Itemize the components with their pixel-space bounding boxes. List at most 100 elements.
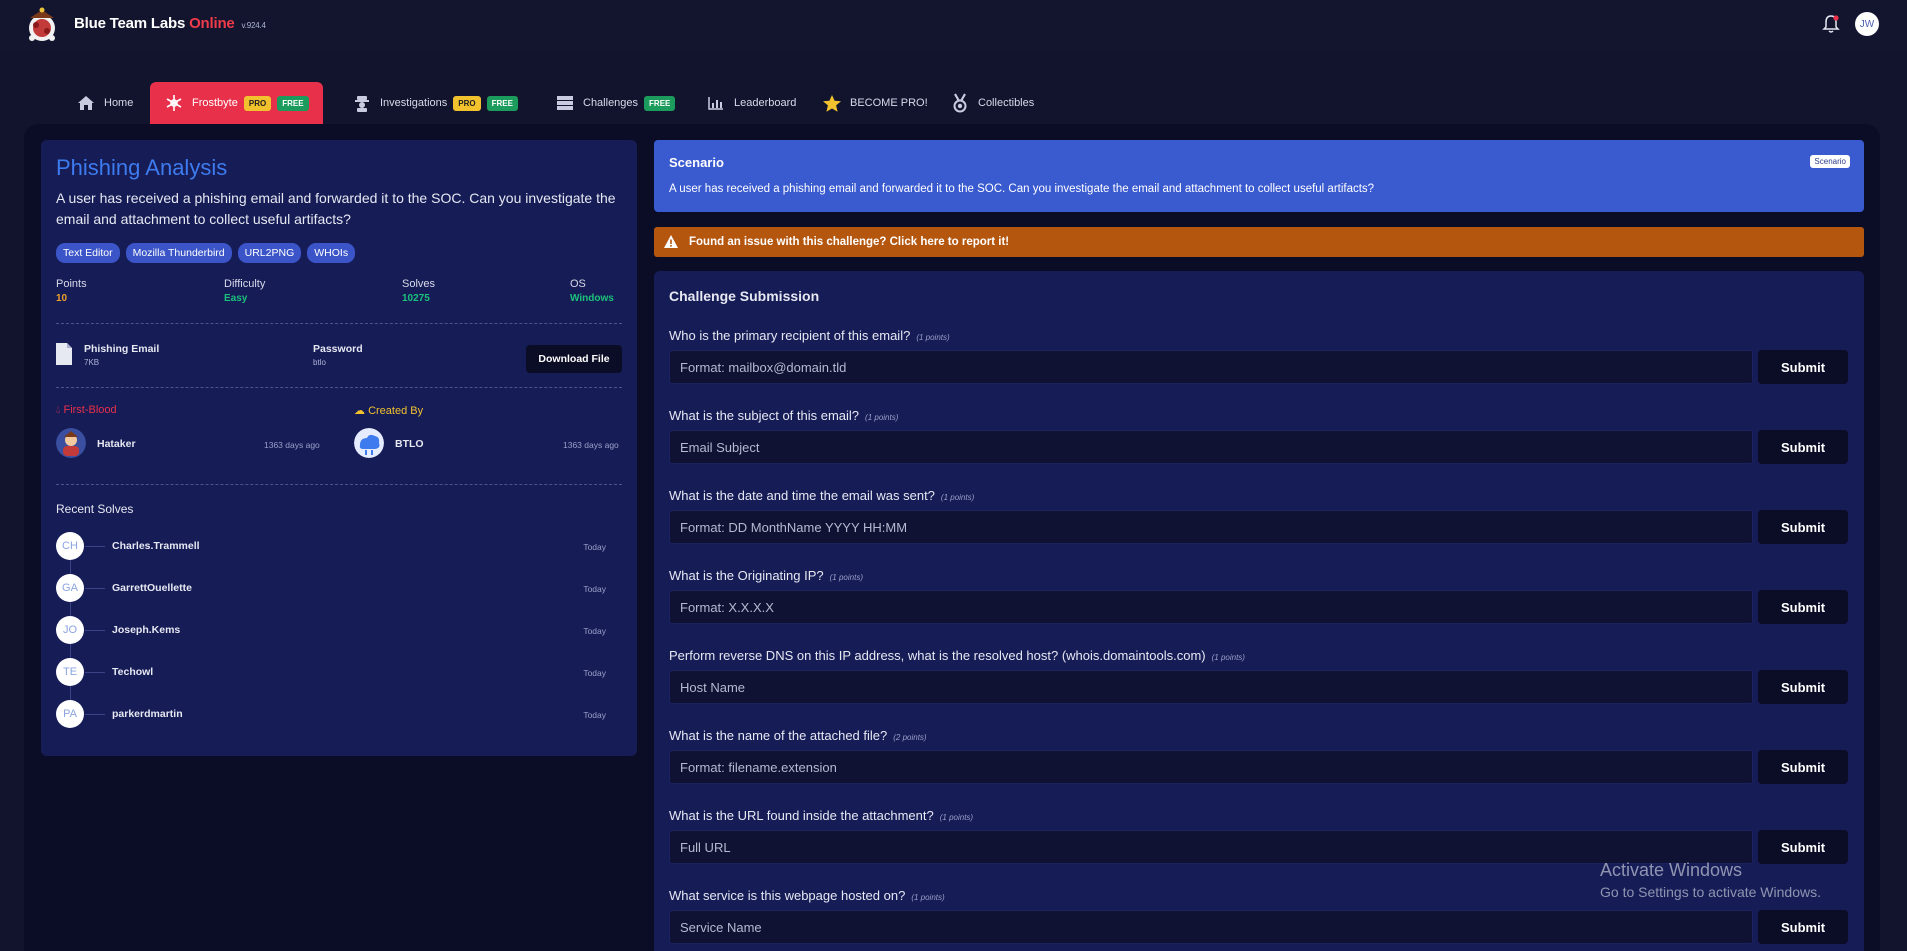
- question-text: Perform reverse DNS on this IP address, …: [669, 648, 1245, 663]
- pro-tag: PRO: [243, 95, 272, 111]
- question-text: What is the subject of this email? (1 poi…: [669, 408, 899, 423]
- notification-bell-icon[interactable]: [1822, 14, 1840, 34]
- tool-tag: WHOIs: [307, 243, 356, 263]
- report-issue-bar[interactable]: Found an issue with this challenge? Clic…: [654, 227, 1864, 257]
- file-icon: [56, 343, 72, 365]
- submit-button[interactable]: Submit: [1758, 350, 1848, 384]
- brand-title[interactable]: Blue Team Labs Online v.924.4: [74, 15, 266, 32]
- solve-time: Today: [583, 710, 606, 720]
- brand-version: v.924.4: [241, 21, 266, 30]
- question-points: (1 points): [1211, 653, 1245, 662]
- submit-button[interactable]: Submit: [1758, 670, 1848, 704]
- created-by-label: ☁︎ Created By: [354, 405, 424, 417]
- question-points: (1 points): [865, 413, 899, 422]
- solver-avatar[interactable]: TE: [56, 658, 84, 686]
- watermark-line1: Activate Windows: [1600, 860, 1743, 880]
- pro-tag: PRO: [453, 95, 481, 111]
- logo-icon[interactable]: [22, 6, 62, 44]
- question-points: (1 points): [916, 333, 950, 342]
- first-blood-label: 💧︎ First-Blood: [56, 404, 117, 416]
- nav-investigations-label: Investigations: [380, 97, 448, 109]
- submit-button[interactable]: Submit: [1758, 590, 1848, 624]
- tool-tag: Mozilla Thunderbird: [125, 243, 232, 263]
- question-text: Who is the primary recipient of this ema…: [669, 328, 950, 343]
- solver-name[interactable]: GarrettOuellette: [112, 582, 192, 594]
- submit-button[interactable]: Submit: [1758, 430, 1848, 464]
- submit-button[interactable]: Submit: [1758, 750, 1848, 784]
- stat-points: Points 10: [56, 278, 87, 304]
- cloud-icon: ☁︎: [354, 405, 365, 417]
- stat-os-value: Windows: [570, 293, 614, 304]
- medal-icon: [950, 93, 970, 113]
- stat-difficulty: Difficulty Easy: [224, 278, 265, 304]
- answer-input[interactable]: [669, 430, 1753, 464]
- submit-button[interactable]: Submit: [1758, 510, 1848, 544]
- nav-leaderboard[interactable]: Leaderboard: [706, 82, 796, 124]
- creator-ago: 1363 days ago: [563, 440, 619, 450]
- free-tag: FREE: [644, 95, 676, 111]
- blood-drop-icon: 💧︎: [56, 404, 61, 416]
- recent-solve-row: CH Charles.Trammell Today: [56, 532, 606, 562]
- recent-solve-row: JO Joseph.Kems Today: [56, 616, 606, 646]
- answer-input[interactable]: [669, 350, 1753, 384]
- scenario-text: A user has received a phishing email and…: [669, 183, 1375, 195]
- answer-input[interactable]: [669, 910, 1753, 944]
- solver-avatar[interactable]: PA: [56, 700, 84, 728]
- free-tag: FREE: [277, 95, 309, 111]
- answer-input[interactable]: [669, 590, 1753, 624]
- submit-button[interactable]: Submit: [1758, 830, 1848, 864]
- submit-button[interactable]: Submit: [1758, 910, 1848, 944]
- nav-investigations[interactable]: Investigations PRO FREE: [352, 82, 518, 124]
- nav-become-pro[interactable]: BECOME PRO!: [822, 82, 928, 124]
- download-file-button[interactable]: Download File: [526, 345, 622, 373]
- solver-name[interactable]: parkerdmartin: [112, 708, 183, 720]
- first-blood-avatar[interactable]: [56, 428, 86, 458]
- stat-points-label: Points: [56, 278, 87, 290]
- first-blood-user[interactable]: Hataker: [97, 438, 136, 450]
- recent-solve-row: PA parkerdmartin Today: [56, 700, 606, 730]
- recent-solve-row: TE Techowl Today: [56, 658, 606, 688]
- warning-icon: [664, 235, 678, 248]
- home-icon: [76, 93, 96, 113]
- solve-time: Today: [583, 542, 606, 552]
- question-block: What is the subject of this email? (1 poi…: [669, 408, 1849, 488]
- divider: [56, 484, 622, 485]
- nav-leaderboard-label: Leaderboard: [734, 97, 797, 109]
- answer-input[interactable]: [669, 830, 1753, 864]
- stat-os-label: OS: [570, 278, 586, 290]
- nav-collectibles[interactable]: Collectibles: [950, 82, 1034, 124]
- solver-name[interactable]: Charles.Trammell: [112, 540, 200, 552]
- question-block: What is the date and time the email was …: [669, 488, 1849, 568]
- solver-avatar[interactable]: JO: [56, 616, 84, 644]
- connector: [85, 672, 105, 673]
- challenge-description: A user has received a phishing email and…: [56, 190, 616, 227]
- submission-title: Challenge Submission: [669, 288, 820, 304]
- solver-avatar[interactable]: CH: [56, 532, 84, 560]
- answer-input[interactable]: [669, 510, 1753, 544]
- nav-challenges[interactable]: Challenges FREE: [555, 82, 676, 124]
- stat-points-value: 10: [56, 293, 68, 304]
- question-points: (1 points): [911, 893, 945, 902]
- nav-home[interactable]: Home: [76, 82, 133, 124]
- answer-input[interactable]: [669, 670, 1753, 704]
- solver-name[interactable]: Joseph.Kems: [112, 624, 180, 636]
- tool-tag: Text Editor: [56, 243, 120, 263]
- user-avatar[interactable]: JW: [1855, 12, 1879, 36]
- nav-challenges-label: Challenges: [583, 97, 639, 109]
- creator-user[interactable]: BTLO: [395, 438, 424, 450]
- question-block: Perform reverse DNS on this IP address, …: [669, 648, 1849, 728]
- server-icon: [555, 93, 575, 113]
- bar-chart-icon: [706, 93, 726, 113]
- solver-avatar[interactable]: GA: [56, 574, 84, 602]
- question-block: What is the Originating IP?(1 points) Su…: [669, 568, 1849, 648]
- nav-frostbyte[interactable]: Frostbyte PRO FREE: [150, 82, 323, 124]
- file-size: 7KB: [84, 358, 100, 367]
- solver-name[interactable]: Techowl: [112, 666, 153, 678]
- divider: [56, 387, 622, 388]
- tool-tag: URL2PNG: [237, 243, 302, 263]
- creator-avatar[interactable]: [354, 428, 384, 458]
- answer-input[interactable]: [669, 750, 1753, 784]
- solve-time: Today: [583, 626, 606, 636]
- recent-solve-row: GA GarrettOuellette Today: [56, 574, 606, 604]
- file-name: Phishing Email: [84, 343, 160, 355]
